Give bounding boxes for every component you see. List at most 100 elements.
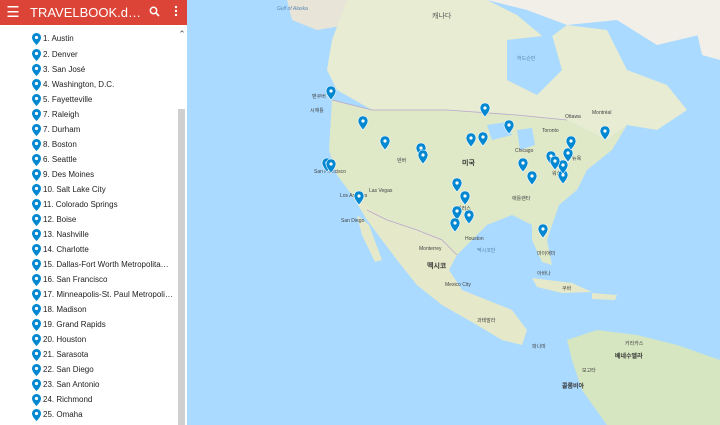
list-item-label: 8. Boston [43,140,77,149]
places-list: 1. Austin 2. Denver 3. San José 4. Washingt… [0,25,177,425]
app-header: ☰ TRAVELBOOK.de: Die 2… [0,0,187,25]
map-pin-icon [32,318,41,331]
map-title: TRAVELBOOK.de: Die 2… [30,5,143,20]
mexico-city-label: Mexico City [445,282,471,288]
collapse-chevron-icon[interactable]: ⌃ [177,29,187,39]
list-item-label: 11. Colorado Springs [43,200,118,209]
list-item-label: 2. Denver [43,50,78,59]
list-item-label: 19. Grand Rapids [43,320,106,329]
map-marker-dot [455,209,459,213]
map-marker-dot [329,162,333,166]
bogota-label: 보고타 [582,367,596,374]
map-pin-icon [32,393,41,406]
map-pin-icon [32,408,41,421]
map-pin-icon [32,228,41,241]
map-pin-icon [32,63,41,76]
list-item[interactable]: 9. Des Moines [32,167,94,182]
list-item[interactable]: 10. Salt Lake City [32,182,106,197]
menu-icon[interactable]: ☰ [0,0,26,25]
map-marker-dot [521,161,525,165]
list-item[interactable]: 3. San José [32,62,85,77]
toronto-label: Toronto [542,128,559,134]
ottawa-label: Ottawa [565,114,581,120]
map-marker-dot [481,135,485,139]
map-marker-dot [541,227,545,231]
chicago-label: Chicago [515,148,534,154]
list-item[interactable]: 18. Madison [32,302,87,317]
list-item-label: 15. Dallas-Fort Worth Metropolitan Area [43,260,173,269]
list-item[interactable]: 19. Grand Rapids [32,317,106,332]
list-item-label: 18. Madison [43,305,87,314]
list-item-label: 3. San José [43,65,86,74]
list-item[interactable]: 12. Boise [32,212,76,227]
caracas-label: 카라카스 [625,340,644,347]
list-item-label: 10. Salt Lake City [43,185,106,194]
list-item[interactable]: 17. Minneapolis-St. Paul Metropolitan Ar… [32,287,173,302]
search-icon[interactable] [143,5,165,20]
list-item[interactable]: 8. Boston [32,137,77,152]
mexico-label: 멕시코 [427,261,447,270]
list-item[interactable]: 7. Raleigh [32,107,79,122]
map-marker-dot [455,181,459,185]
new-york-label: 뉴욕 [572,156,582,162]
gulf-mexico-label: 멕시코만 [477,247,496,254]
list-item-label: 22. San Diego [43,365,94,374]
list-item[interactable]: 6. Seattle [32,152,77,167]
map-marker-dot [561,163,565,167]
houston-label: Houston [465,236,484,242]
map-pin-icon [32,108,41,121]
map-pin-icon [32,123,41,136]
list-item[interactable]: 25. Omaha [32,407,83,422]
list-item[interactable]: 22. San Diego [32,362,94,377]
monterrey-label: Monterrey [419,246,442,252]
guatemala-label: 과테말라 [477,317,496,324]
gulf-alaska-label: Gulf of Alaska [277,6,308,12]
map-marker-dot [603,129,607,133]
list-item[interactable]: 24. Richmond [32,392,92,407]
map-marker-dot [361,119,365,123]
atlanta-label: 애틀랜타 [512,195,531,202]
map-marker-dot [453,221,457,225]
list-item[interactable]: 1. Austin [32,31,74,46]
list-item[interactable]: 21. Sarasota [32,347,88,362]
list-item-label: 4. Washington, D.C. [43,80,115,89]
list-item[interactable]: 5. Fayetteville [32,92,92,107]
panama-label: 파나마 [532,343,546,350]
list-item-label: 5. Fayetteville [43,95,93,104]
list-item[interactable]: 16. San Francisco [32,272,107,287]
usa-label: 미국 [462,158,475,167]
list-item[interactable]: 23. San Antonio [32,377,100,392]
map-marker-dot [569,139,573,143]
list-item-label: 17. Minneapolis-St. Paul Metropolitan Ar… [43,290,173,299]
list-item[interactable]: 2. Denver [32,47,78,62]
list-item[interactable]: 4. Washington, D.C. [32,77,114,92]
scrollbar[interactable] [178,109,185,425]
map-pin-icon [32,348,41,361]
list-item[interactable]: 7. Durham [32,122,80,137]
list-item[interactable]: 13. Nashville [32,227,89,242]
map-marker-dot [329,89,333,93]
list-item-label: 25. Omaha [43,410,83,419]
map-marker-dot [566,151,570,155]
list-item[interactable]: 15. Dallas-Fort Worth Metropolitan Area [32,257,173,272]
map-pin-icon [32,168,41,181]
venezuela-label: 베네수엘라 [615,352,643,360]
map-marker-dot [483,106,487,110]
map-pin-icon [32,198,41,211]
map-view[interactable]: Gulf of Alaska 캐나다 허드슨만 미국 멕시코 베네수엘라 콜롬비… [187,0,720,425]
list-item-label: 1. Austin [43,34,74,43]
map-pin-icon [32,93,41,106]
places-panel: 1. Austin 2. Denver 3. San José 4. Washingt… [0,25,187,425]
vancouver-label: 밴쿠버 [312,93,326,100]
list-item[interactable]: 11. Colorado Springs [32,197,118,212]
colombia-label: 콜롬비아 [562,382,585,390]
list-item[interactable]: 20. Houston [32,332,86,347]
san-diego-label: San Diego [341,218,365,224]
miami-label: 마이애미 [537,250,555,257]
map-marker-dot [421,153,425,157]
list-item-label: 16. San Francisco [43,275,108,284]
more-vert-icon[interactable] [165,5,187,20]
list-item[interactable]: 14. Charlotte [32,242,89,257]
list-item-label: 9. Des Moines [43,170,95,179]
list-item-label: 6. Seattle [43,155,77,164]
